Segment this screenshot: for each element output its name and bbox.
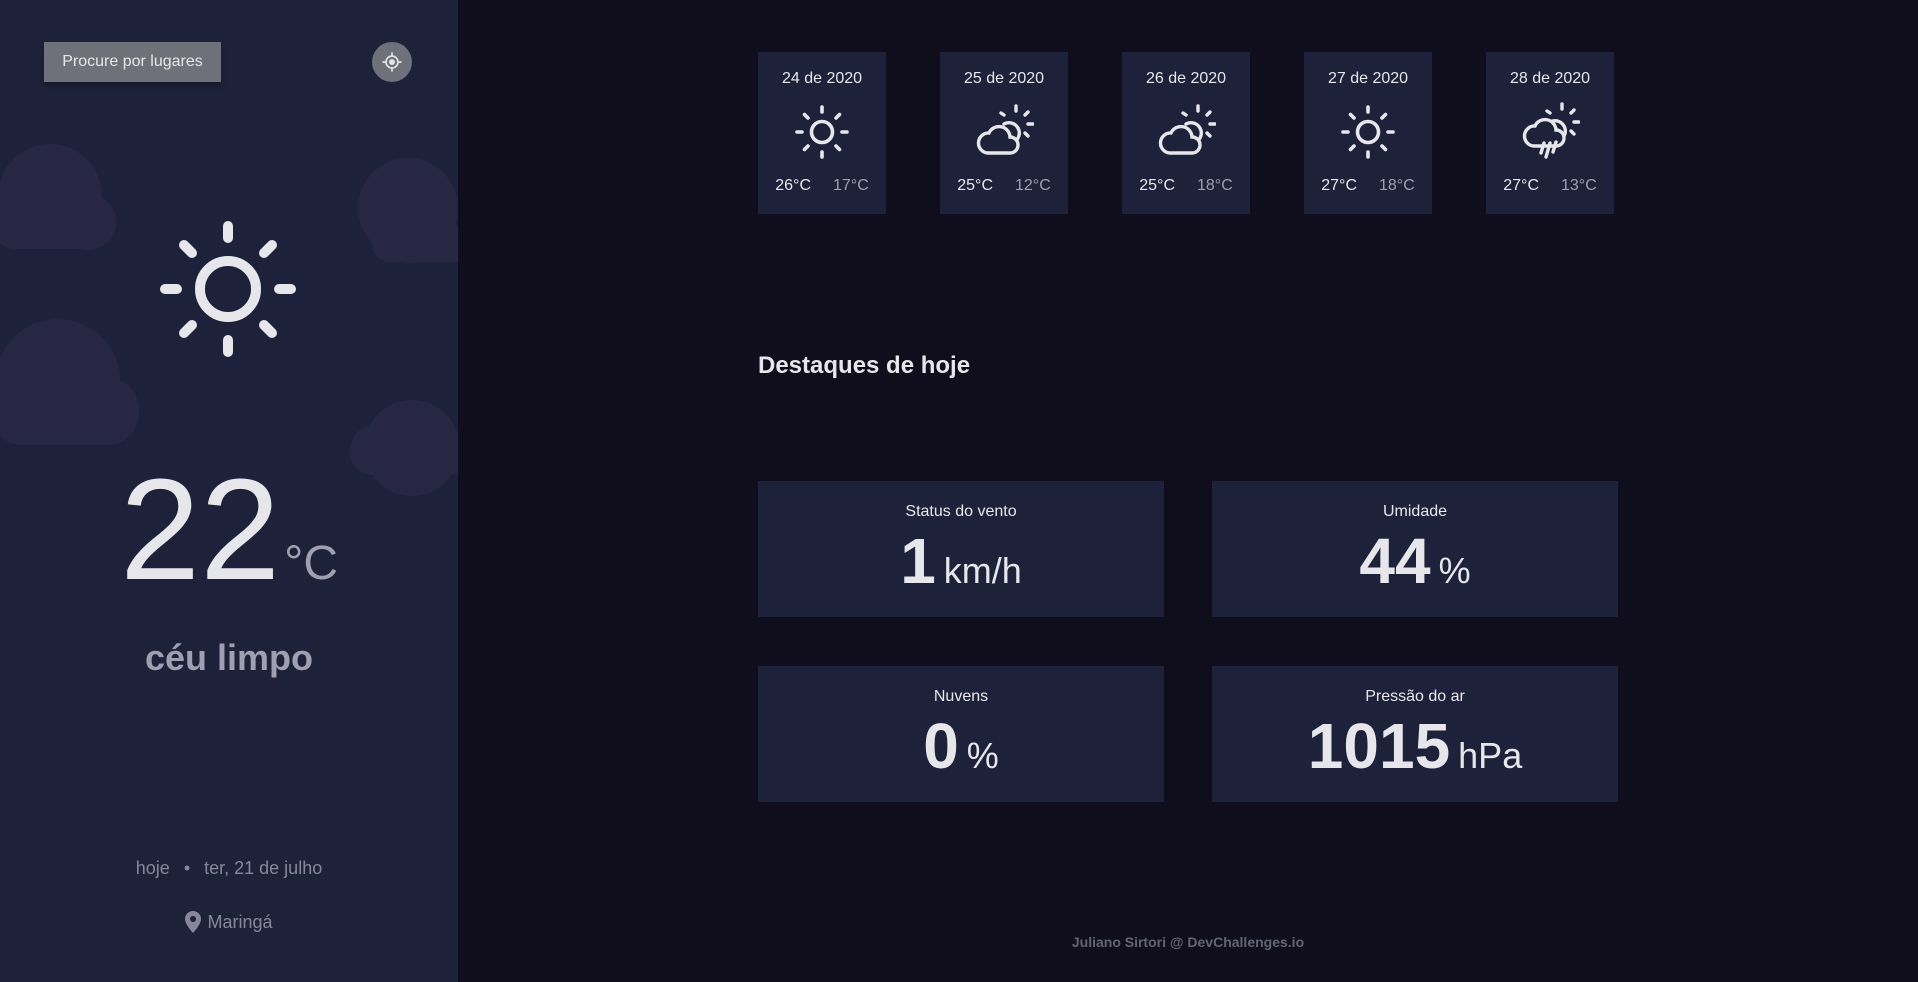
temperature-value: 22	[119, 449, 281, 610]
wind-status-value-row: 1 km/h	[758, 523, 1164, 599]
search-places-button[interactable]: Procure por lugares	[44, 42, 221, 82]
map-pin-icon	[185, 911, 202, 933]
clouds-value: 0	[923, 710, 959, 782]
air-pressure-unit: hPa	[1458, 735, 1523, 776]
forecast-card: 26 de 2020 25°C 18°C	[1122, 52, 1250, 214]
humidity-label: Umidade	[1382, 503, 1448, 520]
sun-cloud-icon	[976, 104, 1034, 155]
wind-status-label: Status do vento	[905, 503, 1017, 520]
wind-status-unit: km/h	[943, 550, 1022, 591]
current-temperature: 22 °C	[0, 455, 458, 605]
forecast-card: 25 de 2020 25°C 12°C	[940, 52, 1068, 214]
air-pressure-value: 1015	[1307, 710, 1451, 782]
forecast-temps: 27°C 13°C	[1486, 177, 1614, 195]
forecast-temps: 26°C 17°C	[758, 177, 886, 195]
forecast-card: 28 de 2020 27°C 13°C	[1486, 52, 1614, 214]
air-pressure-card: Pressão do ar 1015 hPa	[1212, 666, 1618, 802]
crosshair-icon	[382, 52, 402, 72]
sun-icon	[160, 221, 296, 357]
forecast-date: 28 de 2020	[1509, 70, 1591, 87]
sun-icon	[1341, 105, 1395, 159]
air-pressure-label: Pressão do ar	[1365, 688, 1465, 705]
air-pressure-value-row: 1015 hPa	[1212, 708, 1618, 784]
forecast-min: 18°C	[1197, 177, 1233, 194]
forecast-max: 27°C	[1503, 177, 1539, 194]
sidebar: Procure por lugares 22 °C céu limpo hoje…	[0, 0, 458, 982]
forecast-temps: 25°C 18°C	[1122, 177, 1250, 195]
today-label: hoje	[135, 858, 170, 878]
clouds-unit: %	[966, 735, 999, 776]
humidity-card: Umidade 44 %	[1212, 481, 1618, 617]
humidity-unit: %	[1438, 550, 1471, 591]
forecast-min: 17°C	[833, 177, 869, 194]
clouds-label: Nuvens	[933, 688, 989, 705]
temperature-unit: °C	[284, 537, 339, 590]
forecast-min: 18°C	[1379, 177, 1415, 194]
date-line: hoje • ter, 21 de julho	[0, 858, 458, 879]
highlights-title: Destaques de hoje	[758, 352, 971, 379]
humidity-value: 44	[1359, 525, 1431, 597]
clouds-value-row: 0 %	[758, 708, 1164, 784]
forecast-min: 12°C	[1015, 177, 1051, 194]
forecast-max: 25°C	[1139, 177, 1175, 194]
forecast-date: 25 de 2020	[963, 70, 1045, 87]
footer-credit: Juliano Sirtori @ DevChallenges.io	[1071, 934, 1305, 950]
forecast-date: 27 de 2020	[1327, 70, 1409, 87]
date-separator: •	[183, 858, 191, 878]
current-date: ter, 21 de julho	[204, 858, 323, 878]
location: Maringá	[0, 911, 458, 933]
forecast-date: 24 de 2020	[781, 70, 863, 87]
current-location-button[interactable]	[372, 42, 412, 82]
sun-icon	[795, 105, 849, 159]
forecast-max: 27°C	[1321, 177, 1357, 194]
wind-status-card: Status do vento 1 km/h	[758, 481, 1164, 617]
forecast-date: 26 de 2020	[1145, 70, 1227, 87]
humidity-value-row: 44 %	[1212, 523, 1618, 599]
sun-cloud-icon	[1158, 104, 1216, 155]
clouds-card: Nuvens 0 %	[758, 666, 1164, 802]
weather-condition: céu limpo	[144, 637, 314, 678]
forecast-min: 13°C	[1561, 177, 1597, 194]
forecast-max: 26°C	[775, 177, 811, 194]
wind-status-value: 1	[900, 525, 936, 597]
forecast-card: 24 de 2020 26°C 17°C	[758, 52, 886, 214]
forecast-max: 25°C	[957, 177, 993, 194]
forecast-card: 27 de 2020 27°C 18°C	[1304, 52, 1432, 214]
sun-cloud-rain-icon	[1522, 102, 1580, 159]
forecast-temps: 25°C 12°C	[940, 177, 1068, 195]
location-name: Maringá	[207, 911, 273, 932]
forecast-temps: 27°C 18°C	[1304, 177, 1432, 195]
